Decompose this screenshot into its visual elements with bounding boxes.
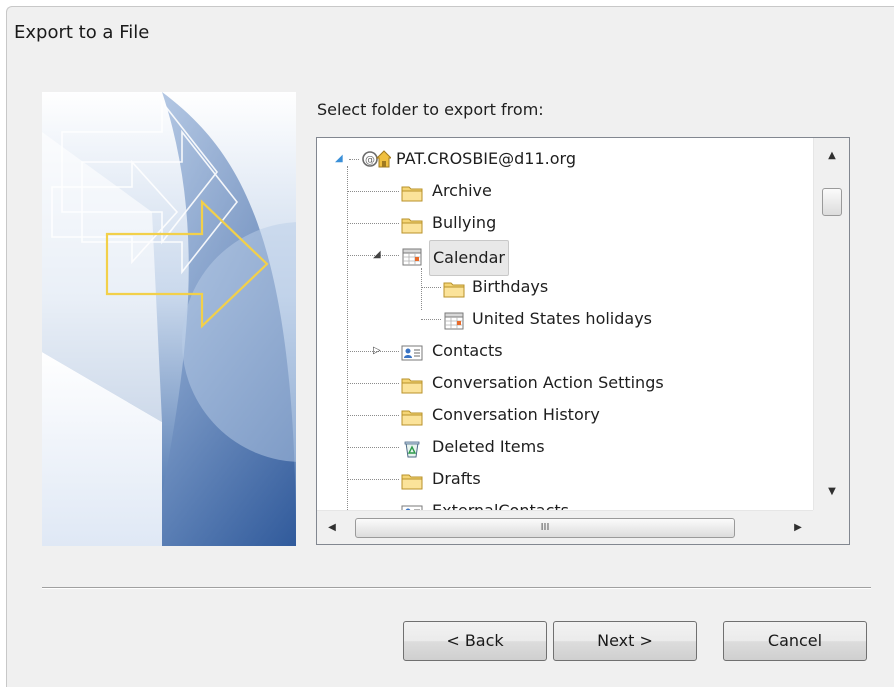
tree-item-label: Conversation Action Settings: [432, 373, 664, 392]
tree-item-label: Bullying: [432, 213, 497, 232]
collapse-triangle-icon[interactable]: ◢: [335, 154, 345, 164]
tree-item[interactable]: Bullying: [317, 208, 813, 238]
folder-icon: [443, 278, 465, 298]
tree-connector-line: [347, 415, 399, 416]
scroll-down-arrow-icon[interactable]: ▼: [814, 474, 849, 510]
expand-triangle-icon[interactable]: ▷: [373, 346, 383, 356]
tree-item[interactable]: United States holidays: [317, 304, 813, 334]
folder-icon: [401, 182, 423, 202]
dialog-title: Export to a File: [14, 22, 150, 43]
calendar-icon: [443, 310, 465, 330]
svg-text:@: @: [365, 155, 375, 166]
scrollbar-corner: [813, 510, 849, 544]
back-button[interactable]: < Back: [403, 621, 547, 661]
tree-connector-line: [421, 287, 441, 288]
tree-connector-line: [347, 223, 399, 224]
tree-item-label: Drafts: [432, 469, 481, 488]
folder-tree-viewport: ◢ @ PAT.CROSBIE@d11.org Archive Bullying ◢ Cal…: [317, 138, 813, 510]
contacts-icon: [401, 342, 423, 361]
button-separator: [42, 587, 871, 589]
tree-item[interactable]: Birthdays: [317, 272, 813, 302]
tree-item-label: Deleted Items: [432, 437, 545, 456]
tree-item-label: ExternalContacts: [429, 496, 572, 510]
tree-connector-line: [347, 191, 399, 192]
tree-connector-line: [347, 479, 399, 480]
tree-item[interactable]: ◢ @ PAT.CROSBIE@d11.org: [317, 144, 813, 174]
folder-icon: [401, 374, 423, 394]
cancel-button[interactable]: Cancel: [723, 621, 867, 661]
collapse-triangle-icon[interactable]: ◢: [373, 250, 383, 260]
scroll-right-arrow-icon[interactable]: ▶: [783, 511, 813, 544]
contacts-icon: [401, 502, 423, 510]
next-button[interactable]: Next >: [553, 621, 697, 661]
calendar-icon: [401, 246, 423, 266]
tree-item[interactable]: ▷ Contacts: [317, 336, 813, 366]
scroll-up-arrow-icon[interactable]: ▲: [814, 138, 849, 174]
tree-item[interactable]: Drafts: [317, 464, 813, 494]
folder-tree-label: Select folder to export from:: [317, 100, 544, 119]
tree-item-label: Birthdays: [472, 277, 549, 296]
horizontal-scroll-thumb[interactable]: III: [355, 518, 735, 538]
scroll-left-arrow-icon[interactable]: ◀: [317, 511, 347, 544]
tree-item-label: Calendar: [429, 240, 509, 276]
tree-item-label: Conversation History: [432, 405, 600, 424]
vertical-scroll-thumb[interactable]: [822, 188, 842, 216]
folder-icon: [401, 470, 423, 490]
tree-connector-line: [347, 383, 399, 384]
tree-item[interactable]: Archive: [317, 176, 813, 206]
tree-item-label: Contacts: [432, 341, 503, 360]
tree-connector-line: [421, 319, 441, 320]
tree-item[interactable]: Deleted Items: [317, 432, 813, 462]
tree-item[interactable]: ExternalContacts: [317, 496, 813, 510]
folder-icon: [401, 214, 423, 234]
tree-item[interactable]: Conversation Action Settings: [317, 368, 813, 398]
tree-item-label: Archive: [432, 181, 492, 200]
recycle-bin-icon: [401, 438, 423, 458]
mailbox-icon: @: [361, 148, 393, 168]
tree-item[interactable]: ◢ Calendar: [317, 240, 813, 276]
tree-item-label: United States holidays: [472, 309, 653, 328]
tree-item-label: PAT.CROSBIE@d11.org: [396, 149, 576, 168]
folder-tree[interactable]: ◢ @ PAT.CROSBIE@d11.org Archive Bullying ◢ Cal…: [316, 137, 850, 545]
tree-connector-line: [347, 447, 399, 448]
horizontal-scrollbar[interactable]: ◀ III ▶: [317, 510, 813, 544]
tree-connector-line: [349, 159, 359, 160]
wizard-artwork: [42, 92, 296, 546]
folder-icon: [401, 406, 423, 426]
tree-item[interactable]: Conversation History: [317, 400, 813, 430]
vertical-scrollbar[interactable]: ▲ ▼: [813, 138, 849, 510]
